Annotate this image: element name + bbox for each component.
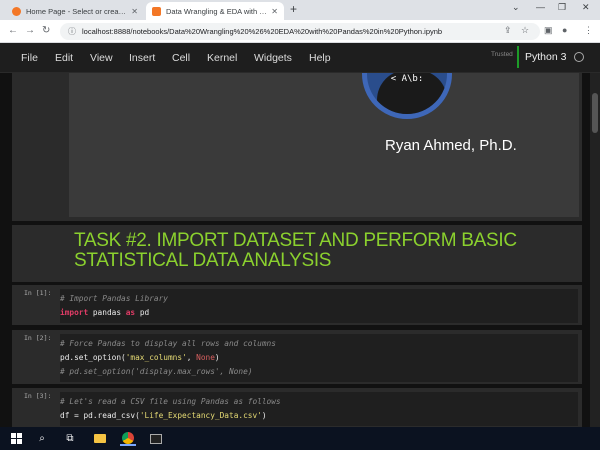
site-info-icon[interactable]: ⓘ xyxy=(68,26,76,37)
windows-taskbar: ⌕ ⧉ xyxy=(0,427,600,450)
dropdown-icon[interactable]: ⌄ xyxy=(512,2,520,13)
minimize-icon[interactable]: — xyxy=(536,2,545,12)
code-line: # Import Pandas Library xyxy=(60,294,168,303)
markdown-cell-header[interactable]: < A\b: Ryan Ahmed, Ph.D. xyxy=(12,73,582,221)
task-heading: TASK #2. IMPORT DATASET AND PERFORM BASI… xyxy=(74,230,517,271)
menu-edit[interactable]: Edit xyxy=(55,52,73,64)
address-bar-row: ← → ↻ ⓘ localhost:8888/notebooks/Data%20… xyxy=(0,20,600,43)
menu-file[interactable]: File xyxy=(21,52,38,64)
back-icon[interactable]: ← xyxy=(8,25,18,36)
jupyter-menubar: File Edit View Insert Cell Kernel Widget… xyxy=(0,43,600,73)
menu-view[interactable]: View xyxy=(90,52,113,64)
menu-widgets[interactable]: Widgets xyxy=(254,52,292,64)
menu-insert[interactable]: Insert xyxy=(129,52,155,64)
cell-prompt: In [1]: xyxy=(24,289,52,297)
tab-title: Data Wrangling & EDA with Pand xyxy=(166,6,268,16)
windows-start-icon[interactable] xyxy=(8,431,24,446)
url-text: localhost:8888/notebooks/Data%20Wranglin… xyxy=(82,27,443,36)
new-tab-icon[interactable]: + xyxy=(290,2,297,16)
code-line: df = pd.read_csv('Life_Expectancy_Data.c… xyxy=(60,411,267,420)
menu-kebab-icon[interactable]: ⋮ xyxy=(584,25,593,36)
code-cell[interactable]: In [3]: # Let's read a CSV file using Pa… xyxy=(12,388,582,427)
jupyter-favicon-icon xyxy=(12,6,21,16)
browser-tab-strip: Home Page - Select or create a n ✕ Data … xyxy=(0,0,600,20)
chrome-icon[interactable] xyxy=(120,431,136,446)
code-editor[interactable]: # Force Pandas to display all rows and c… xyxy=(60,334,578,382)
forward-icon[interactable]: → xyxy=(25,25,35,36)
menu-help[interactable]: Help xyxy=(309,52,331,64)
notebook-favicon-icon xyxy=(152,6,161,16)
code-editor[interactable]: # Let's read a CSV file using Pandas as … xyxy=(60,392,578,426)
kernel-name: Python 3 xyxy=(525,51,567,63)
browser-tab-notebook[interactable]: Data Wrangling & EDA with Pand ✕ xyxy=(146,2,284,20)
terminal-icon[interactable] xyxy=(148,431,164,446)
reload-icon[interactable]: ↻ xyxy=(42,25,50,36)
browser-tab-home[interactable]: Home Page - Select or create a n ✕ xyxy=(6,2,144,20)
maximize-icon[interactable]: ❐ xyxy=(558,2,566,13)
code-line: import pandas as pd xyxy=(60,308,150,317)
task-view-icon[interactable]: ⧉ xyxy=(62,431,78,446)
close-tab-icon[interactable]: ✕ xyxy=(131,7,138,16)
shirt-slogan: < A\b: xyxy=(390,74,424,84)
scrollbar-thumb[interactable] xyxy=(592,93,598,133)
tab-title: Home Page - Select or create a n xyxy=(26,6,128,16)
notebook-scrollbar[interactable] xyxy=(590,73,600,427)
markdown-cell-task[interactable]: TASK #2. IMPORT DATASET AND PERFORM BASI… xyxy=(12,225,582,282)
code-line: # Let's read a CSV file using Pandas as … xyxy=(60,397,281,406)
menu-cell[interactable]: Cell xyxy=(172,52,190,64)
author-name: Ryan Ahmed, Ph.D. xyxy=(385,137,517,154)
url-input[interactable]: ⓘ localhost:8888/notebooks/Data%20Wrangl… xyxy=(60,23,540,40)
cell-prompt: In [3]: xyxy=(24,392,52,400)
kernel-idle-icon xyxy=(574,52,585,62)
code-cell[interactable]: In [1]: # Import Pandas Library import p… xyxy=(12,285,582,325)
code-line: pd.set_option('max_columns', None) xyxy=(60,353,220,362)
bookmark-star-icon[interactable]: ☆ xyxy=(521,25,529,36)
menu-kernel[interactable]: Kernel xyxy=(207,52,237,64)
file-explorer-icon[interactable] xyxy=(92,431,108,446)
code-line: # pd.set_option('display.max_rows', None… xyxy=(60,367,253,376)
sidepanel-icon[interactable]: ▣ xyxy=(544,25,553,36)
search-icon[interactable]: ⌕ xyxy=(34,431,50,446)
share-icon[interactable]: ⇪ xyxy=(504,25,512,36)
close-window-icon[interactable]: ✕ xyxy=(582,2,590,13)
code-cell[interactable]: In [2]: # Force Pandas to display all ro… xyxy=(12,330,582,384)
author-photo: < A\b: xyxy=(362,73,452,119)
notebook-area: < A\b: Ryan Ahmed, Ph.D. TASK #2. IMPORT… xyxy=(0,73,600,427)
kernel-indicator[interactable]: Python 3 xyxy=(517,46,585,68)
profile-avatar-icon[interactable]: ● xyxy=(562,25,567,35)
cell-prompt: In [2]: xyxy=(24,334,52,342)
code-editor[interactable]: # Import Pandas Library import pandas as… xyxy=(60,289,578,323)
code-line: # Force Pandas to display all rows and c… xyxy=(60,339,276,348)
close-tab-icon[interactable]: ✕ xyxy=(271,7,278,16)
trusted-badge[interactable]: Trusted xyxy=(491,51,513,58)
